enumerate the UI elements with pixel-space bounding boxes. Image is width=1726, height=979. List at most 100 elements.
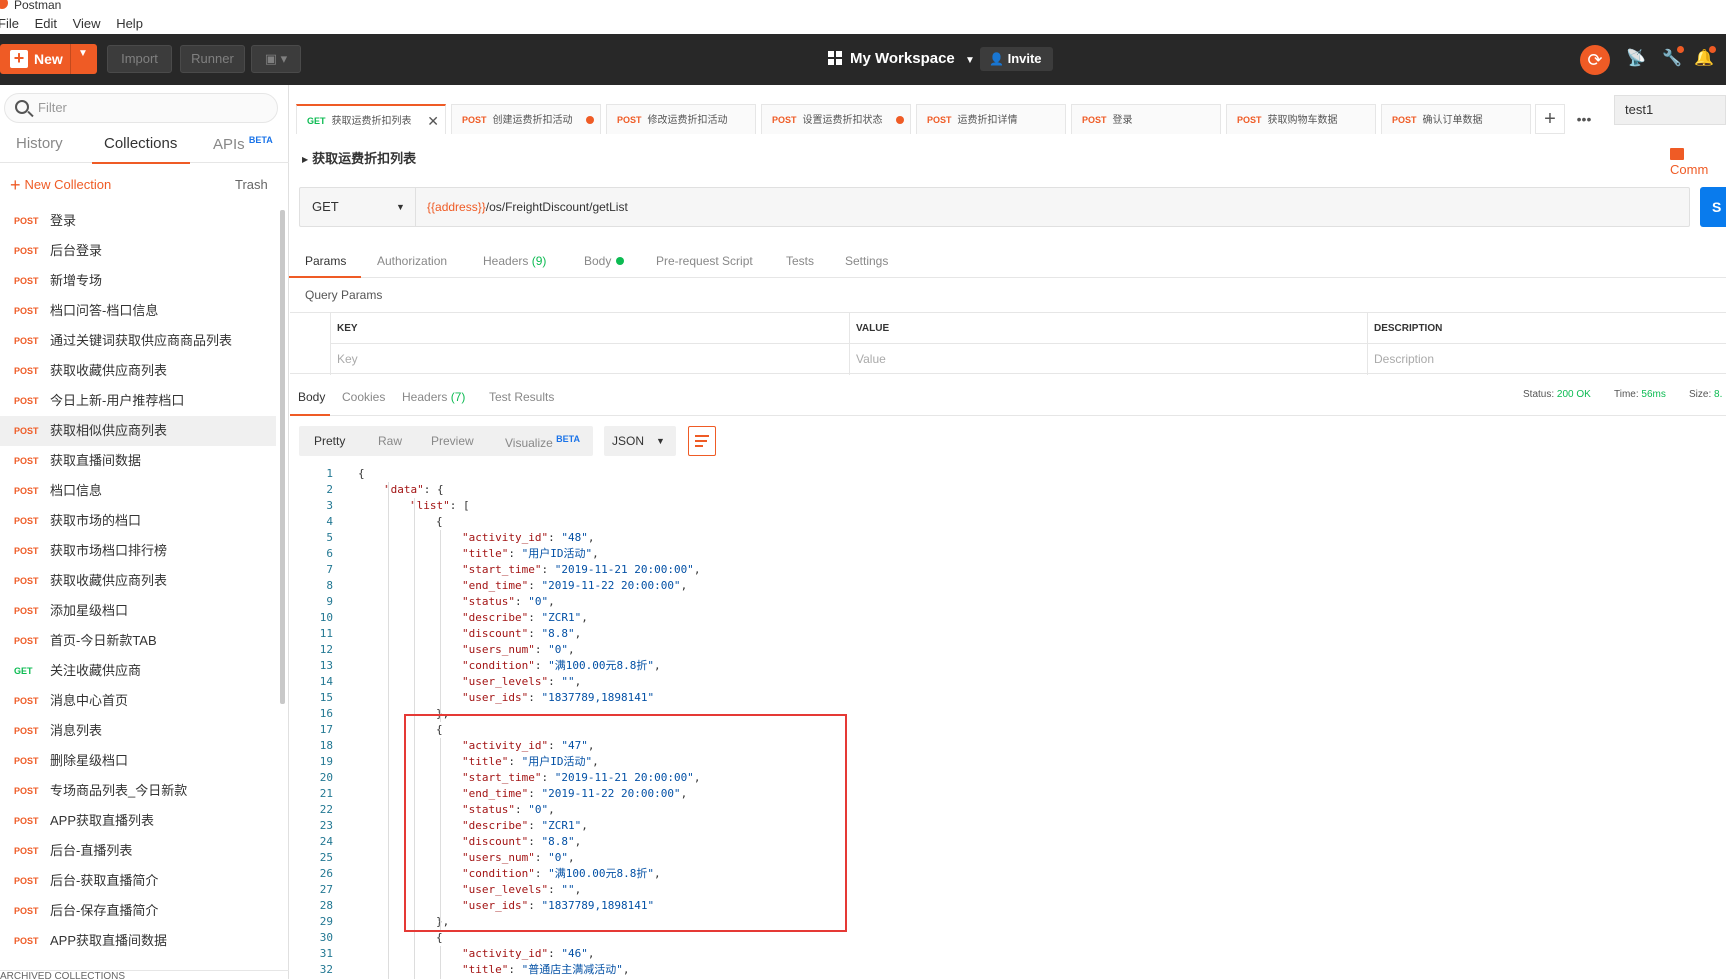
method-badge: POST xyxy=(14,456,39,466)
send-button[interactable]: S xyxy=(1700,187,1726,227)
code-token: : [ xyxy=(449,499,470,512)
invite-button[interactable]: 👤 Invite xyxy=(980,47,1053,71)
tab-body[interactable]: Body xyxy=(584,254,625,268)
collection-item[interactable]: POST APP获取直播间数据 xyxy=(0,926,276,956)
request-tab[interactable]: POST 登录 xyxy=(1071,104,1221,134)
tab-prerequest-script[interactable]: Pre-request Script xyxy=(656,254,753,268)
satellite-icon[interactable]: 📡 xyxy=(1625,48,1647,70)
url-input[interactable]: {{address}}/os/FreightDiscount/getList xyxy=(427,188,628,226)
view-pretty[interactable]: Pretty xyxy=(314,434,345,448)
tab-method: GET xyxy=(307,116,326,126)
collection-item[interactable]: POST 后台-直播列表 xyxy=(0,836,276,866)
request-tab[interactable]: POST 获取购物车数据 xyxy=(1226,104,1376,134)
collection-item[interactable]: POST 获取收藏供应商列表 xyxy=(0,566,276,596)
collection-item[interactable]: POST 后台-获取直播简介 xyxy=(0,866,276,896)
menu-help[interactable]: Help xyxy=(116,16,143,31)
menu-view[interactable]: View xyxy=(73,16,101,31)
tab-collections[interactable]: Collections xyxy=(104,135,177,152)
code-token: : xyxy=(508,963,522,976)
close-icon[interactable]: ✕ xyxy=(427,106,439,136)
tab-history[interactable]: History xyxy=(16,135,63,152)
sync-icon[interactable]: ⟳ xyxy=(1580,45,1610,75)
archived-collections[interactable]: ARCHIVED COLLECTIONS xyxy=(0,970,289,979)
request-title[interactable]: ▶ 获取运费折扣列表 xyxy=(302,148,416,167)
collection-item[interactable]: POST 获取市场档口排行榜 xyxy=(0,536,276,566)
code-token: "status" xyxy=(462,595,515,608)
collection-item[interactable]: POST APP获取直播列表 xyxy=(0,806,276,836)
new-collection-button[interactable]: + New Collection xyxy=(10,175,111,196)
method-badge: POST xyxy=(14,816,39,826)
view-preview[interactable]: Preview xyxy=(431,434,474,448)
request-tab[interactable]: GET 获取运费折扣列表 ✕ xyxy=(296,104,446,134)
tab-settings[interactable]: Settings xyxy=(845,254,888,268)
collection-item[interactable]: POST 消息列表 xyxy=(0,716,276,746)
invite-label: Invite xyxy=(1007,51,1042,66)
tab-apis[interactable]: APIs BETA xyxy=(213,135,273,153)
request-tab[interactable]: POST 运费折扣详情 xyxy=(916,104,1066,134)
collection-item[interactable]: POST 删除星级档口 xyxy=(0,746,276,776)
caret-down-icon[interactable]: ▼ xyxy=(78,48,88,59)
more-tabs-icon[interactable]: ••• xyxy=(1567,104,1601,134)
request-tab[interactable]: POST 创建运费折扣活动 xyxy=(451,104,601,134)
code-token: "users_num" xyxy=(462,643,535,656)
tab-response-headers[interactable]: Headers (7) xyxy=(402,390,465,404)
caret-down-icon: ▼ xyxy=(656,436,665,446)
request-tab[interactable]: POST 设置运费折扣状态 xyxy=(761,104,911,134)
collection-item[interactable]: POST 新增专场 xyxy=(0,266,276,296)
format-select[interactable]: JSON ▼ xyxy=(604,426,676,456)
workspace-selector[interactable]: My Workspace ▼ xyxy=(828,47,975,71)
tab-response-body[interactable]: Body xyxy=(298,390,325,404)
tab-params[interactable]: Params xyxy=(305,254,346,268)
sidebar-scrollbar[interactable] xyxy=(280,210,285,704)
tab-tests[interactable]: Tests xyxy=(786,254,814,268)
code-token: { xyxy=(358,467,365,480)
collection-item[interactable]: POST 获取市场的档口 xyxy=(0,506,276,536)
method-badge: POST xyxy=(14,276,39,286)
new-tab-button[interactable]: + xyxy=(1535,104,1565,134)
tab-body-label: Body xyxy=(584,254,612,268)
filter-input[interactable]: Filter xyxy=(4,93,278,123)
view-raw[interactable]: Raw xyxy=(378,434,402,448)
method-select[interactable]: GET ▼ xyxy=(300,188,416,226)
trash-link[interactable]: Trash xyxy=(235,177,268,192)
row-divider xyxy=(330,343,1726,344)
environment-selector[interactable]: test1 xyxy=(1614,95,1726,125)
key-input[interactable]: Key xyxy=(337,352,358,366)
menu-file[interactable]: File xyxy=(0,16,19,31)
menu-edit[interactable]: Edit xyxy=(35,16,57,31)
collection-item[interactable]: POST 后台-保存直播简介 xyxy=(0,896,276,926)
runner-button[interactable]: Runner xyxy=(180,45,245,73)
import-button[interactable]: Import xyxy=(107,45,172,73)
collection-item[interactable]: POST 添加星级档口 xyxy=(0,596,276,626)
collection-item[interactable]: POST 获取直播间数据 xyxy=(0,446,276,476)
tab-cookies[interactable]: Cookies xyxy=(342,390,385,404)
tab-authorization[interactable]: Authorization xyxy=(377,254,447,268)
line-number: 4 xyxy=(326,515,333,528)
collection-item[interactable]: POST 今日上新-用户推荐档口 xyxy=(0,386,276,416)
new-button[interactable]: + New ▼ xyxy=(0,44,97,74)
request-tab[interactable]: POST 确认订单数据 xyxy=(1381,104,1531,134)
new-window-button[interactable]: ▣ ▾ xyxy=(251,45,301,73)
collection-item[interactable]: POST 获取相似供应商列表 xyxy=(0,416,276,446)
tab-test-results[interactable]: Test Results xyxy=(489,390,554,404)
collection-item[interactable]: POST 获取收藏供应商列表 xyxy=(0,356,276,386)
request-tab[interactable]: POST 修改运费折扣活动 xyxy=(606,104,756,134)
view-visualize[interactable]: Visualize BETA xyxy=(505,434,580,450)
collection-item[interactable]: POST 档口问答-档口信息 xyxy=(0,296,276,326)
comments-button[interactable]: Comm xyxy=(1670,147,1726,177)
tab-headers[interactable]: Headers (9) xyxy=(483,254,546,268)
line-number: 25 xyxy=(319,851,333,864)
collection-item[interactable]: POST 专场商品列表_今日新款 xyxy=(0,776,276,806)
collection-item[interactable]: POST 登录 xyxy=(0,206,276,236)
collection-item[interactable]: POST 消息中心首页 xyxy=(0,686,276,716)
wrap-lines-icon[interactable] xyxy=(688,426,716,456)
collection-item[interactable]: POST 通过关键词获取供应商商品列表 xyxy=(0,326,276,356)
description-input[interactable]: Description xyxy=(1374,352,1434,366)
collection-item[interactable]: GET 关注收藏供应商 xyxy=(0,656,276,686)
code-token: : xyxy=(534,643,549,656)
value-input[interactable]: Value xyxy=(856,352,886,366)
collection-item[interactable]: POST 档口信息 xyxy=(0,476,276,506)
postman-window: Postman File Edit View Help + New ▼ Impo… xyxy=(0,0,1726,979)
collection-item[interactable]: POST 后台登录 xyxy=(0,236,276,266)
collection-item[interactable]: POST 首页-今日新款TAB xyxy=(0,626,276,656)
